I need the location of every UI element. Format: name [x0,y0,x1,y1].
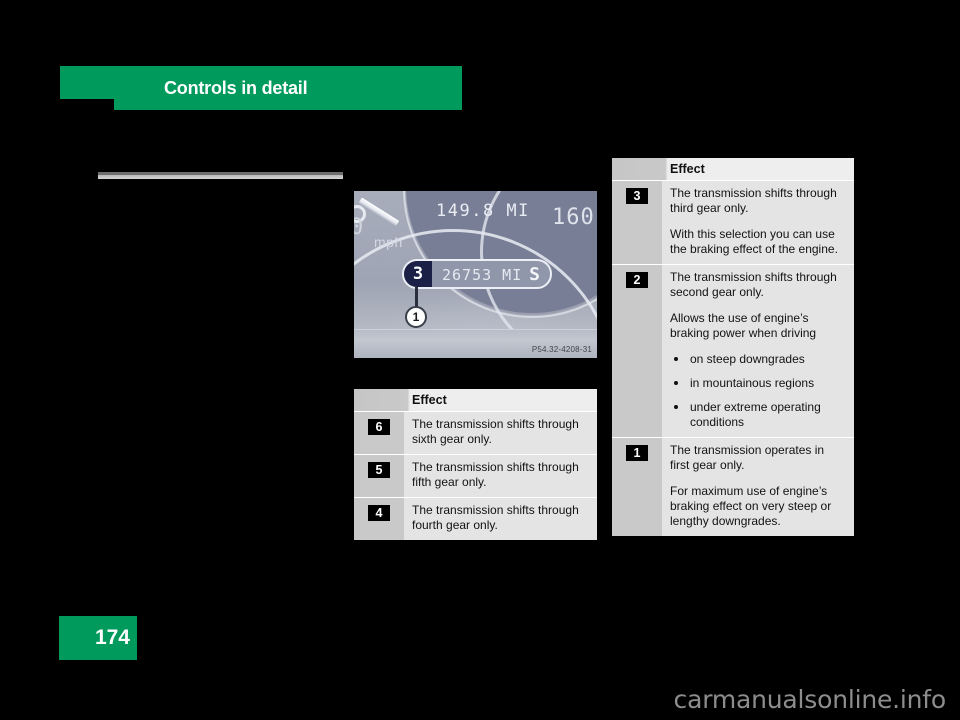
table-header-effect-column: Effect [670,162,705,176]
table-header-gear-column [354,389,404,411]
effect-cell: The transmission shifts through third ge… [662,181,854,264]
gear-cell: 3 [612,181,662,264]
page-title: Controls in detail [164,78,308,98]
speed-unit-label: mph [374,234,403,250]
list-item-label: under extreme operating conditions [690,400,821,429]
effect-cell: The transmission shifts through second g… [662,265,854,437]
gear-indicator-chip: 3 [404,261,432,287]
table-row: 2 The transmission shifts through second … [612,264,854,437]
effect-paragraph: Allows the use of engine’s braking power… [670,311,817,340]
list-item-label: in mountainous regions [690,376,815,390]
page-number-block: 174 [59,616,137,660]
table-row: 1 The transmission operates in first gear… [612,437,854,536]
table-row: 3 The transmission shifts through third g… [612,180,854,264]
gear-badge: 1 [626,445,648,461]
odometer-readout: 26753 MI [442,266,523,284]
effect-cell: The transmission shifts through fifth ge… [404,455,597,497]
effect-paragraph: For maximum use of engine’s braking effe… [670,484,832,528]
effect-paragraph: The transmission shifts through second g… [670,270,837,299]
table-body-left: 6 The transmission shifts through sixth g… [354,411,597,540]
page-number: 174 [94,626,130,649]
effect-paragraph: With this selection you can use the brak… [670,227,838,256]
multifunction-display-panel: 3 26753 MI S [402,259,552,289]
table-body-right: 3 The transmission shifts through third g… [612,180,854,536]
figure-caption: P54.32-4208-31 [531,345,592,354]
effect-paragraph: The transmission shifts through third ge… [670,186,837,215]
list-item-label: on steep downgrades [690,352,805,366]
shift-mode-indicator: S [529,264,540,285]
bullet-dot-icon [674,381,678,385]
list-item: on steep downgrades [670,352,844,367]
gear-effect-table-left: Effect 6 The transmission shifts through … [354,389,597,540]
list-item: in mountainous regions [670,376,844,391]
gear-badge: 5 [368,462,390,478]
callout-marker-1: 1 [405,306,427,328]
effect-bullet-list: on steep downgrades in mountainous region… [670,352,844,430]
gear-badge: 2 [626,272,648,288]
gear-badge: 6 [368,419,390,435]
effect-cell: The transmission shifts through fourth g… [404,498,597,540]
header-banner-step [60,66,114,99]
gear-effect-table-right: Effect 3 The transmission shifts through … [612,158,854,536]
effect-paragraph: The transmission shifts through fifth ge… [412,460,579,489]
section-divider-rule [98,172,343,179]
gear-cell: 4 [354,498,404,540]
bullet-dot-icon [674,357,678,361]
page-header-banner: Controls in detail [60,66,462,110]
table-header-row: Effect [612,158,854,180]
gear-cell: 1 [612,438,662,536]
gear-cell: 6 [354,412,404,454]
instrument-cluster-figure: 0 149.8 MI 160 mph 3 26753 MI S 1 P54.32… [354,191,597,358]
speed-scale-min-label: 0 [354,215,364,240]
gear-cell: 2 [612,265,662,437]
table-header-gear-column [612,158,662,180]
bullet-dot-icon [674,405,678,409]
effect-cell: The transmission shifts through sixth ge… [404,412,597,454]
effect-paragraph: The transmission shifts through fourth g… [412,503,579,532]
effect-paragraph: The transmission shifts through sixth ge… [412,417,579,446]
gear-badge: 4 [368,505,390,521]
trip-distance-readout: 149.8 MI [436,201,530,221]
table-header-row: Effect [354,389,597,411]
list-item: under extreme operating conditions [670,400,844,430]
gear-badge: 3 [626,188,648,204]
table-header-effect-column: Effect [412,393,447,407]
table-row: 5 The transmission shifts through fifth g… [354,454,597,497]
effect-cell: The transmission operates in first gear … [662,438,854,536]
gear-cell: 5 [354,455,404,497]
speed-scale-max-label: 160 [552,205,595,230]
table-row: 6 The transmission shifts through sixth g… [354,411,597,454]
table-row: 4 The transmission shifts through fourth … [354,497,597,540]
site-watermark: carmanualsonline.info [673,685,947,714]
effect-paragraph: The transmission operates in first gear … [670,443,825,472]
